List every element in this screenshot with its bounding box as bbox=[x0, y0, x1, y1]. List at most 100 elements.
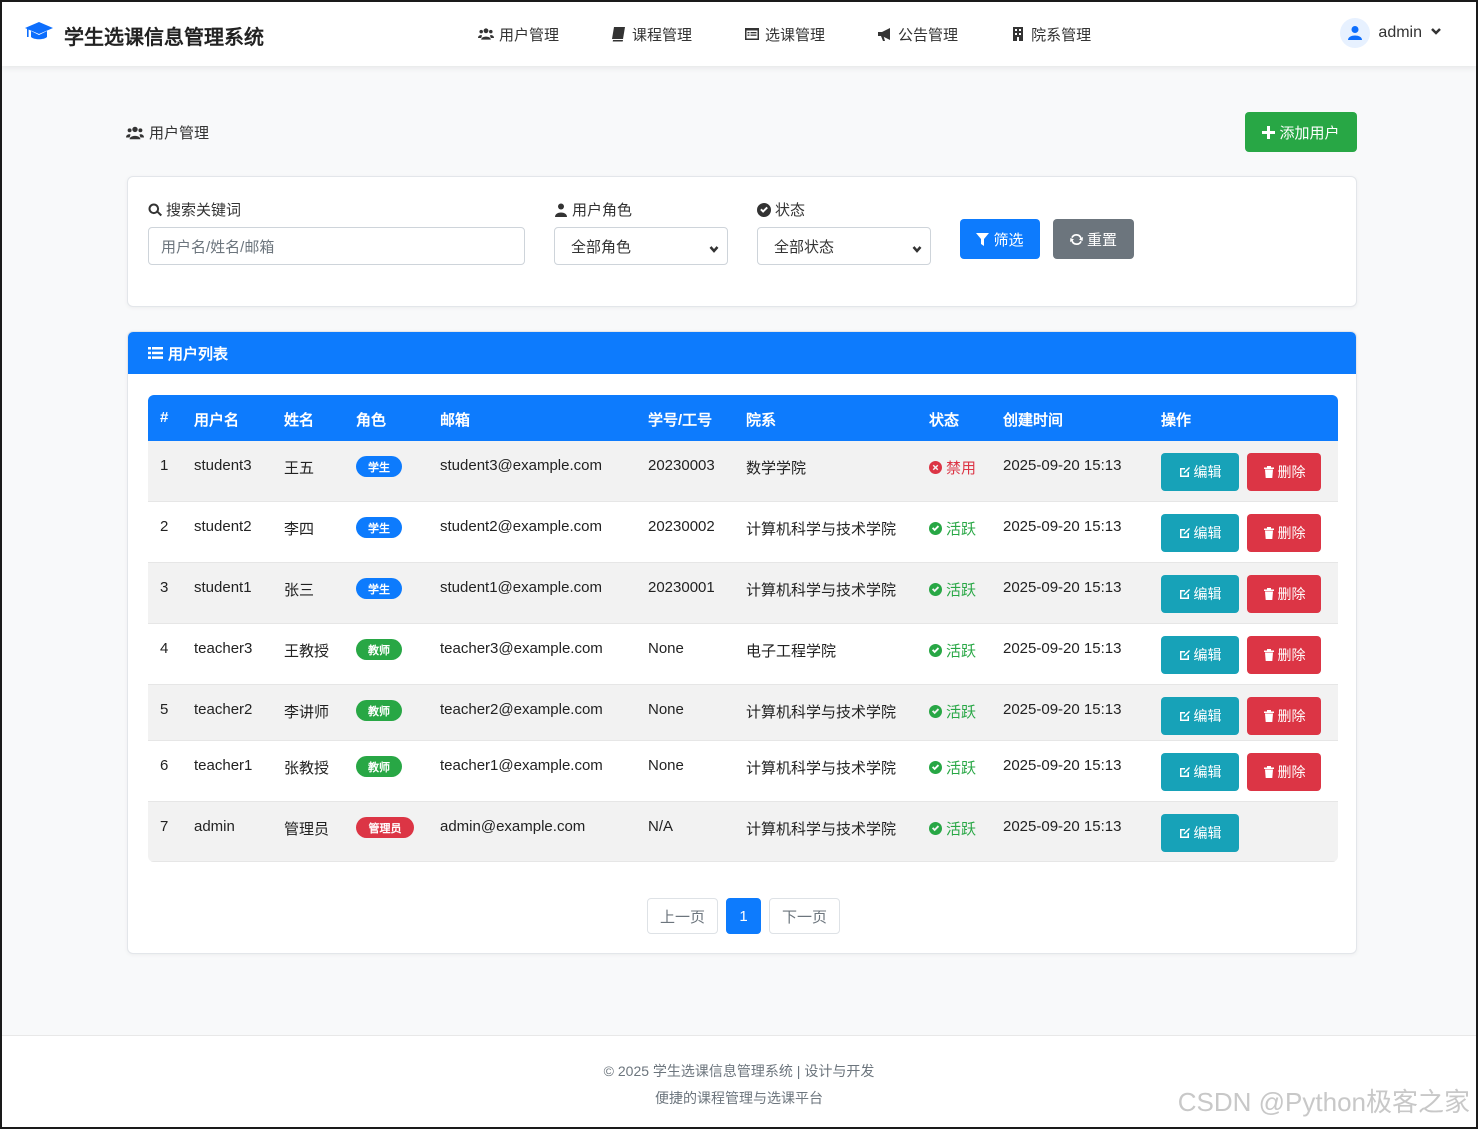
cell-email: student1@example.com bbox=[440, 579, 602, 596]
status-indicator: 活跃 bbox=[929, 640, 976, 661]
status-indicator: 禁用 bbox=[929, 457, 976, 478]
edit-button[interactable]: 编辑 bbox=[1161, 814, 1239, 852]
delete-button[interactable]: 删除 bbox=[1247, 753, 1321, 791]
role-label: 用户角色 bbox=[554, 199, 632, 220]
add-user-button[interactable]: 添加用户 bbox=[1245, 112, 1357, 152]
col-header-role: 角色 bbox=[356, 412, 387, 429]
reset-button-label: 重置 bbox=[1086, 231, 1117, 249]
status-select[interactable]: 全部状态 bbox=[757, 227, 931, 265]
cell-created: 2025-09-20 15:13 bbox=[1003, 457, 1122, 474]
nav-item-enrollment[interactable]: 选课管理 bbox=[744, 22, 825, 46]
edit-icon bbox=[1179, 711, 1190, 721]
delete-button[interactable]: 删除 bbox=[1247, 575, 1321, 613]
role-badge: 学生 bbox=[356, 456, 402, 477]
edit-button[interactable]: 编辑 bbox=[1161, 753, 1239, 791]
status-indicator: 活跃 bbox=[929, 701, 976, 722]
delete-button[interactable]: 删除 bbox=[1247, 636, 1321, 674]
delete-button[interactable]: 删除 bbox=[1247, 514, 1321, 552]
footer-copyright: © 2025 学生选课信息管理系统 | 设计与开发 bbox=[603, 1063, 875, 1079]
delete-label: 删除 bbox=[1277, 647, 1306, 663]
page-title: 用户管理 bbox=[126, 122, 209, 143]
watermark: CSDN @Python极客之家 bbox=[1177, 1087, 1470, 1117]
cell-dept: 电子工程学院 bbox=[746, 643, 837, 660]
pagination: 上一页 1 下一页 bbox=[647, 898, 840, 934]
status-indicator: 活跃 bbox=[929, 518, 976, 539]
role-badge: 教师 bbox=[356, 639, 402, 660]
cell-index: 1 bbox=[160, 457, 169, 474]
keyword-label-text: 搜索关键词 bbox=[166, 202, 242, 219]
cell-email: student2@example.com bbox=[440, 518, 602, 535]
col-header-status: 状态 bbox=[929, 412, 960, 429]
role-label-text: 用户角色 bbox=[572, 202, 633, 219]
reset-button[interactable]: 重置 bbox=[1053, 219, 1134, 259]
user-icon bbox=[555, 203, 567, 217]
delete-button[interactable]: 删除 bbox=[1247, 453, 1321, 491]
cell-username: admin bbox=[194, 818, 235, 835]
col-header-created: 创建时间 bbox=[1003, 412, 1064, 429]
table-row: 5 teacher2 李讲师 教师 teacher2@example.com None 计算… bbox=[148, 685, 1338, 741]
page-button-current[interactable]: 1 bbox=[726, 898, 761, 934]
edit-button[interactable]: 编辑 bbox=[1161, 514, 1239, 552]
add-user-label: 添加用户 bbox=[1279, 124, 1340, 142]
edit-button[interactable]: 编辑 bbox=[1161, 636, 1239, 674]
table-body: 1 student3 王五 学生 student3@example.com 2023000… bbox=[148, 441, 1338, 862]
cell-username: student1 bbox=[194, 579, 252, 596]
col-header-email: 邮箱 bbox=[440, 412, 471, 429]
trash-icon bbox=[1263, 527, 1274, 539]
check-circle-icon bbox=[929, 644, 942, 657]
cell-username: student3 bbox=[194, 457, 252, 474]
username-label: admin bbox=[1378, 24, 1422, 41]
next-page-button[interactable]: 下一页 bbox=[769, 898, 840, 934]
users-icon bbox=[478, 28, 494, 40]
role-badge: 教师 bbox=[356, 700, 402, 721]
chevron-down-icon bbox=[709, 241, 719, 253]
check-circle-icon bbox=[929, 822, 942, 835]
user-menu[interactable]: admin bbox=[1340, 18, 1442, 48]
cell-email: teacher2@example.com bbox=[440, 701, 603, 718]
avatar bbox=[1340, 18, 1371, 48]
cell-index: 2 bbox=[160, 518, 169, 535]
edit-button[interactable]: 编辑 bbox=[1161, 697, 1239, 735]
brand[interactable]: 学生选课信息管理系统 bbox=[24, 20, 264, 50]
trash-icon bbox=[1263, 710, 1274, 722]
nav-item-label: 课程管理 bbox=[632, 26, 693, 44]
role-select-value: 全部角色 bbox=[571, 238, 632, 256]
col-header-dept: 院系 bbox=[746, 412, 777, 429]
plus-icon bbox=[1262, 125, 1276, 139]
search-input[interactable]: 用户名/姓名/邮箱 bbox=[148, 227, 525, 265]
edit-icon bbox=[1179, 528, 1190, 538]
table-header: # 用户名 姓名 角色 邮箱 学号/工号 院系 状态 创建时间 操作 bbox=[148, 395, 1338, 441]
edit-label: 编辑 bbox=[1193, 764, 1222, 780]
delete-label: 删除 bbox=[1277, 464, 1306, 480]
nav-item-label: 用户管理 bbox=[499, 26, 560, 44]
user-icon bbox=[1348, 26, 1363, 40]
col-header-id: 学号/工号 bbox=[648, 412, 713, 429]
role-badge: 教师 bbox=[356, 756, 402, 777]
edit-label: 编辑 bbox=[1193, 825, 1222, 841]
cell-name: 王五 bbox=[284, 460, 315, 477]
nav-item-courses[interactable]: 课程管理 bbox=[611, 22, 692, 46]
nav-item-users[interactable]: 用户管理 bbox=[478, 22, 559, 46]
edit-icon bbox=[1179, 767, 1190, 777]
cell-email: admin@example.com bbox=[440, 818, 586, 835]
nav-item-announcements[interactable]: 公告管理 bbox=[877, 22, 958, 46]
times-circle-icon bbox=[929, 461, 942, 474]
delete-button[interactable]: 删除 bbox=[1247, 697, 1321, 735]
role-select[interactable]: 全部角色 bbox=[554, 227, 728, 265]
cell-created: 2025-09-20 15:13 bbox=[1003, 757, 1122, 774]
cell-id: None bbox=[648, 757, 684, 774]
cell-id: 20230001 bbox=[648, 579, 715, 596]
nav-item-departments[interactable]: 院系管理 bbox=[1010, 22, 1091, 46]
user-list-title: 用户列表 bbox=[168, 345, 229, 363]
users-icon bbox=[126, 126, 144, 139]
edit-button[interactable]: 编辑 bbox=[1161, 453, 1239, 491]
cell-dept: 计算机科学与技术学院 bbox=[746, 521, 897, 538]
app-frame: 学生选课信息管理系统 用户管理 课程管理 选课管理 公告管理 院系管理 admi… bbox=[0, 0, 1478, 1129]
edit-button[interactable]: 编辑 bbox=[1161, 575, 1239, 613]
list-icon bbox=[148, 347, 163, 359]
filter-button[interactable]: 筛选 bbox=[960, 219, 1040, 259]
cell-email: teacher1@example.com bbox=[440, 757, 603, 774]
table-row: 7 admin 管理员 管理员 admin@example.com N/A 计算机科学与技术… bbox=[148, 802, 1338, 862]
prev-page-button[interactable]: 上一页 bbox=[647, 898, 718, 934]
search-icon bbox=[148, 203, 162, 216]
